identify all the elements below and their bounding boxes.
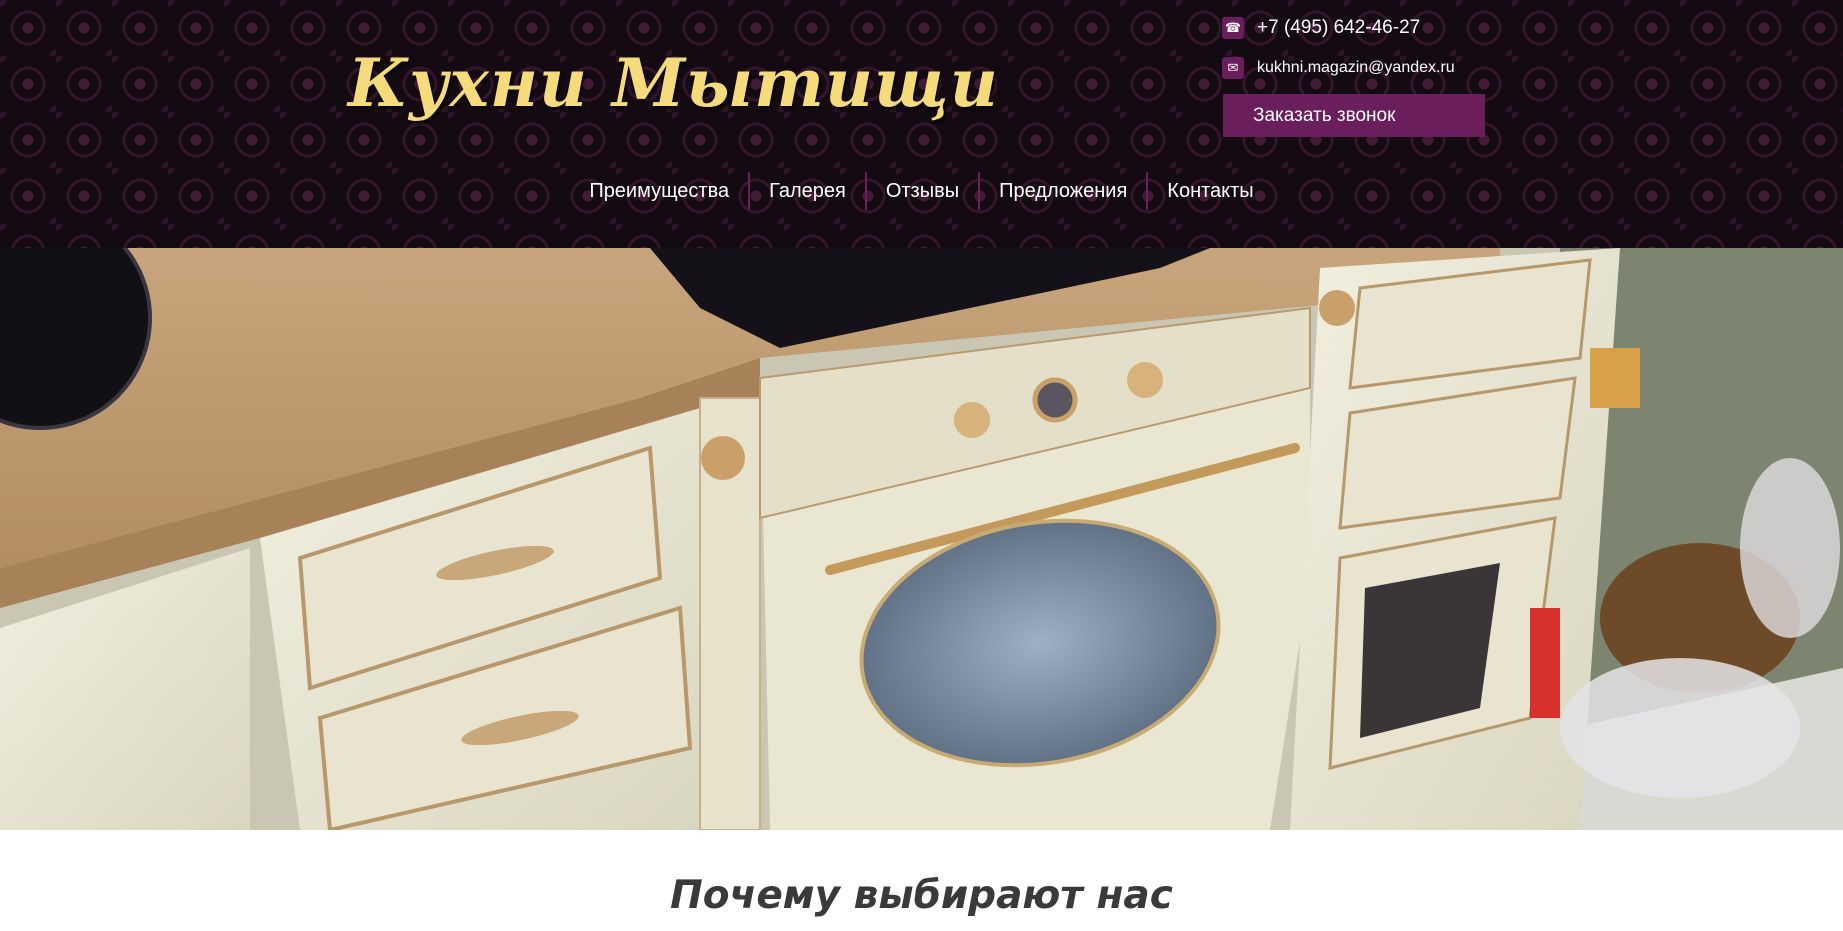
nav-item-offers[interactable]: Предложения bbox=[978, 172, 1146, 210]
phone-contact[interactable]: ☎ +7 (495) 642-46-27 bbox=[1222, 17, 1420, 39]
phone-number[interactable]: +7 (495) 642-46-27 bbox=[1257, 17, 1420, 39]
nav-item-advantages[interactable]: Преимущества bbox=[570, 172, 748, 210]
kitchen-photo bbox=[0, 248, 1843, 830]
hero-kitchen-image bbox=[0, 248, 1843, 830]
nav-item-contacts[interactable]: Контакты bbox=[1146, 172, 1272, 210]
site-logo[interactable]: Кухни Мытищи bbox=[348, 44, 999, 122]
nav-item-reviews[interactable]: Отзывы bbox=[864, 172, 978, 210]
phone-icon: ☎ bbox=[1222, 17, 1244, 39]
email-contact[interactable]: ✉ kukhni.magazin@yandex.ru bbox=[1222, 57, 1455, 79]
envelope-icon: ✉ bbox=[1222, 57, 1244, 79]
main-nav: Преимущества Галерея Отзывы Предложения … bbox=[0, 172, 1843, 210]
site-header: Кухни Мытищи ☎ +7 (495) 642-46-27 ✉ kukh… bbox=[0, 0, 1843, 248]
why-choose-us-heading: Почему выбирают нас bbox=[670, 873, 1173, 918]
nav-item-gallery[interactable]: Галерея bbox=[748, 172, 865, 210]
request-call-button[interactable]: Заказать звонок bbox=[1223, 94, 1485, 137]
email-address[interactable]: kukhni.magazin@yandex.ru bbox=[1257, 59, 1455, 77]
